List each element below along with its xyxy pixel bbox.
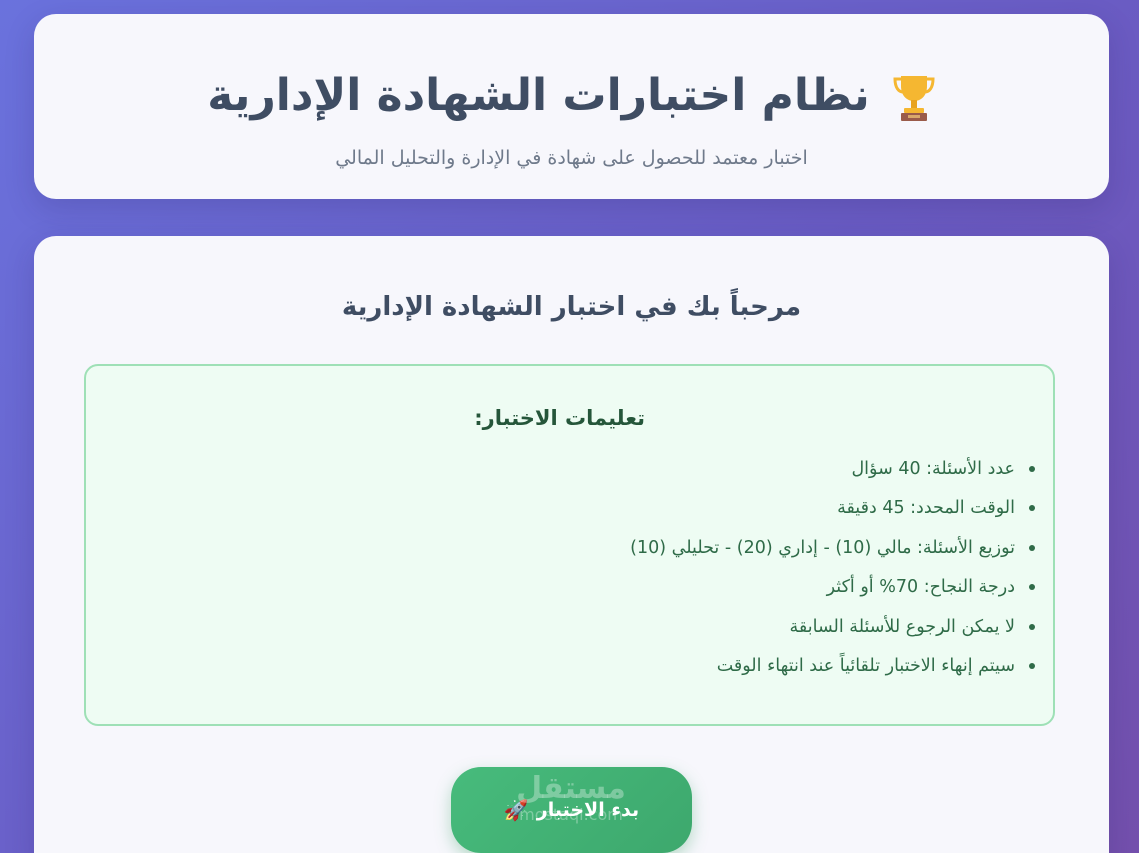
header-card: نظام اختبارات الشهادة الإدارية اختبار مع…: [34, 14, 1109, 199]
trophy-icon: [892, 70, 936, 122]
main-card: مرحباً بك في اختبار الشهادة الإدارية تعل…: [34, 236, 1109, 853]
instruction-item: لا يمكن الرجوع للأسئلة السابقة: [630, 612, 1035, 651]
instructions-box: تعليمات الاختبار: عدد الأسئلة: 40 سؤال ا…: [84, 364, 1055, 726]
page-title: نظام اختبارات الشهادة الإدارية: [207, 69, 870, 121]
instruction-item: عدد الأسئلة: 40 سؤال: [630, 454, 1035, 493]
instructions-title: تعليمات الاختبار:: [474, 406, 645, 430]
rocket-icon: 🚀: [503, 798, 529, 822]
instruction-item: توزيع الأسئلة: مالي (10) - إداري (20) - …: [630, 533, 1035, 572]
start-button-label: بدء الاختبار: [536, 799, 640, 821]
instruction-item: الوقت المحدد: 45 دقيقة: [630, 493, 1035, 532]
instruction-item: درجة النجاح: 70% أو أكثر: [630, 572, 1035, 611]
start-exam-button[interactable]: بدء الاختبار 🚀: [451, 767, 692, 853]
welcome-heading: مرحباً بك في اختبار الشهادة الإدارية: [341, 292, 802, 322]
instructions-list: عدد الأسئلة: 40 سؤال الوقت المحدد: 45 دق…: [630, 454, 1035, 690]
instruction-item: سيتم إنهاء الاختبار تلقائياً عند انتهاء …: [630, 651, 1035, 690]
page-subtitle: اختبار معتمد للحصول على شهادة في الإدارة…: [335, 147, 808, 169]
title-row: نظام اختبارات الشهادة الإدارية: [34, 70, 1109, 122]
